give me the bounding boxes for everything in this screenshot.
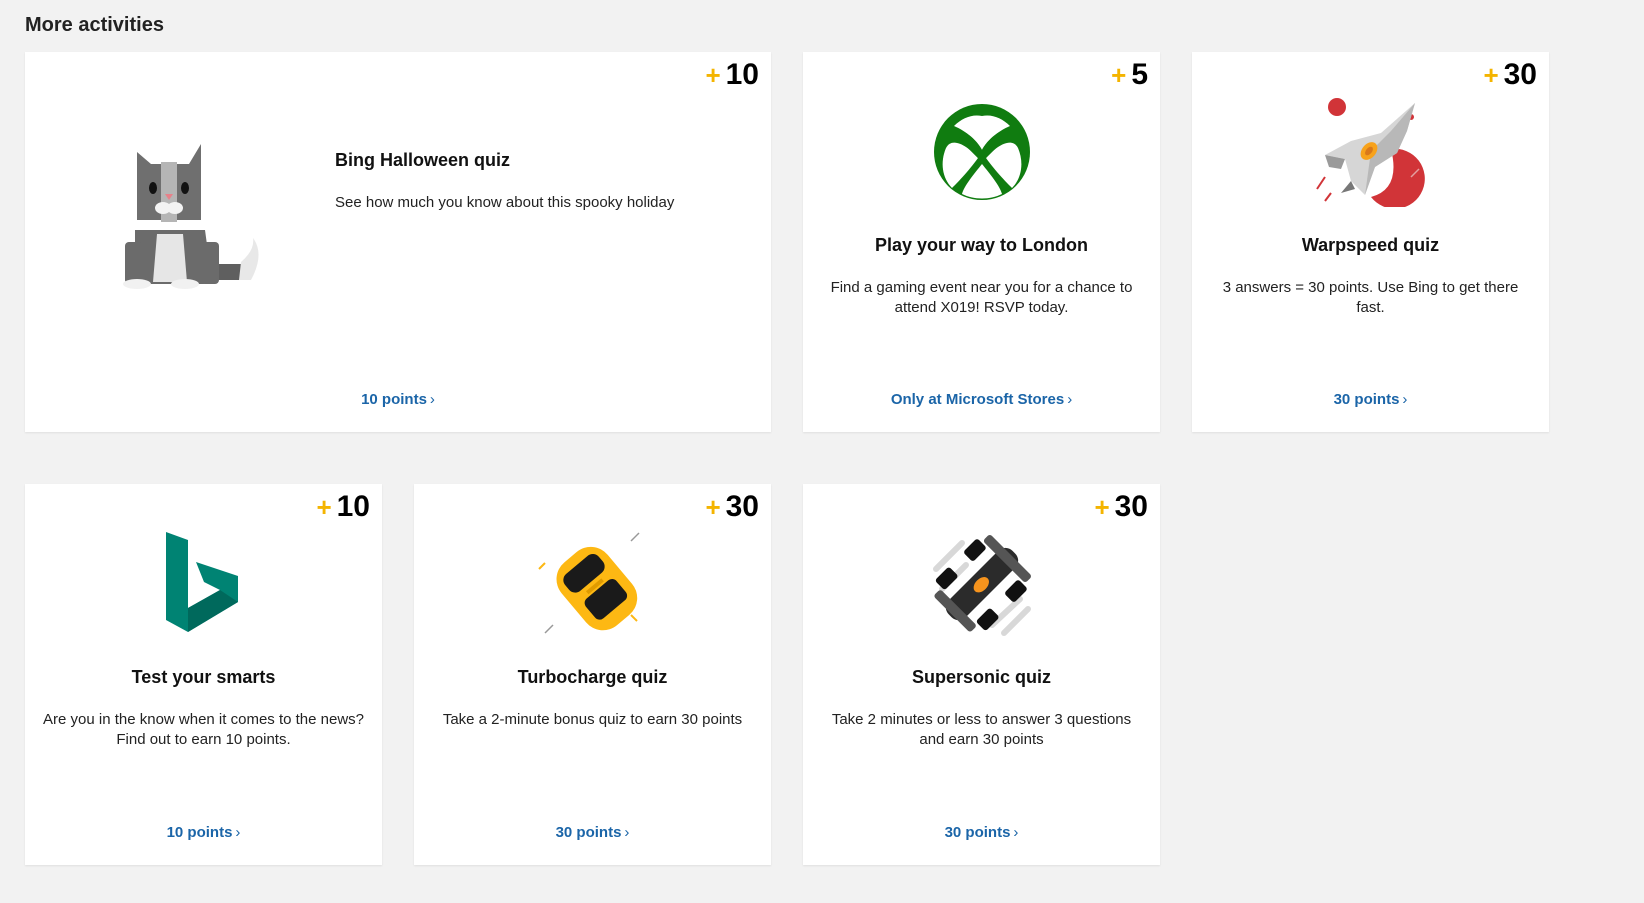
card-title: Warpspeed quiz [1301,235,1440,255]
chevron-right-icon: › [1013,824,1019,841]
card-title: Test your smarts [131,667,276,687]
card-text: Play your way to London Find a gaming ev… [803,235,1160,318]
chevron-right-icon: › [624,824,630,841]
card-text: Bing Halloween quiz See how much you kno… [335,150,775,213]
points-badge: + 10 [316,492,370,522]
activity-card-warpspeed-quiz[interactable]: + 30 Warpspeed quiz 3 answers = 30 point… [1192,52,1549,432]
card-title: Supersonic quiz [911,667,1052,687]
points-link[interactable]: 30 points › [1192,391,1549,408]
card-title: Play your way to London [874,235,1089,255]
plus-sign: + [705,60,721,90]
plus-sign: + [1111,60,1127,90]
xbox-logo-icon [803,97,1160,207]
points-link-label[interactable]: 10 points [167,824,233,841]
sports-car-icon [414,529,771,639]
race-car-icon [803,529,1160,639]
activity-card-test-your-smarts[interactable]: + 10 Test your smarts Are you in the kno… [25,484,382,865]
card-title: Turbocharge quiz [517,667,668,687]
section-title: More activities [25,14,164,36]
points-link-label[interactable]: 10 points [361,391,427,408]
points-link[interactable]: 10 points › [25,391,771,408]
microsoft-stores-link[interactable]: Only at Microsoft Stores › [803,391,1160,408]
activity-card-turbocharge-quiz[interactable]: + 30 Turbocharge quiz Take a 2-minute bo… [414,484,771,865]
activity-card-halloween-quiz[interactable]: + 10 Bing Halloween quiz See how much yo… [25,52,771,432]
card-description: 3 answers = 30 points. Use Bing to get t… [1222,279,1519,316]
card-text: Test your smarts Are you in the know whe… [25,667,382,750]
card-text: Turbocharge quiz Take a 2-minute bonus q… [414,667,771,730]
link-label[interactable]: Only at Microsoft Stores [891,391,1064,408]
activity-card-supersonic-quiz[interactable]: + 30 Supersonic quiz Take 2 minutes or l… [803,484,1160,865]
points-value: 30 [1114,490,1148,523]
points-value: 10 [336,490,370,523]
chevron-right-icon: › [1402,391,1408,408]
card-description: Take a 2-minute bonus quiz to earn 30 po… [442,711,743,728]
bing-logo-icon [25,529,382,639]
points-link-label[interactable]: 30 points [1334,391,1400,408]
cat-icon [105,142,265,297]
activity-card-xbox[interactable]: + 5 Play your way to London Find a gamin… [803,52,1160,432]
spaceship-icon [1192,97,1549,207]
card-title: Bing Halloween quiz [335,150,511,170]
plus-sign: + [1483,60,1499,90]
points-value: 30 [1503,58,1537,91]
points-link[interactable]: 30 points › [803,824,1160,841]
points-value: 10 [725,58,759,91]
chevron-right-icon: › [429,391,435,408]
points-badge: + 30 [1483,60,1537,90]
card-description: Take 2 minutes or less to answer 3 quest… [831,711,1132,748]
chevron-right-icon: › [1067,391,1073,408]
plus-sign: + [316,492,332,522]
points-badge: + 30 [1094,492,1148,522]
points-link[interactable]: 10 points › [25,824,382,841]
points-value: 5 [1131,58,1148,91]
chevron-right-icon: › [235,824,241,841]
points-link-label[interactable]: 30 points [945,824,1011,841]
plus-sign: + [1094,492,1110,522]
points-badge: + 5 [1111,60,1148,90]
plus-sign: + [705,492,721,522]
points-value: 30 [725,490,759,523]
points-badge: + 30 [705,492,759,522]
points-link-label[interactable]: 30 points [556,824,622,841]
points-badge: + 10 [705,60,759,90]
points-link[interactable]: 30 points › [414,824,771,841]
card-description: See how much you know about this spooky … [335,194,675,211]
card-text: Warpspeed quiz 3 answers = 30 points. Us… [1192,235,1549,318]
card-description: Find a gaming event near you for a chanc… [830,279,1133,316]
card-text: Supersonic quiz Take 2 minutes or less t… [803,667,1160,750]
card-description: Are you in the know when it comes to the… [43,711,365,748]
